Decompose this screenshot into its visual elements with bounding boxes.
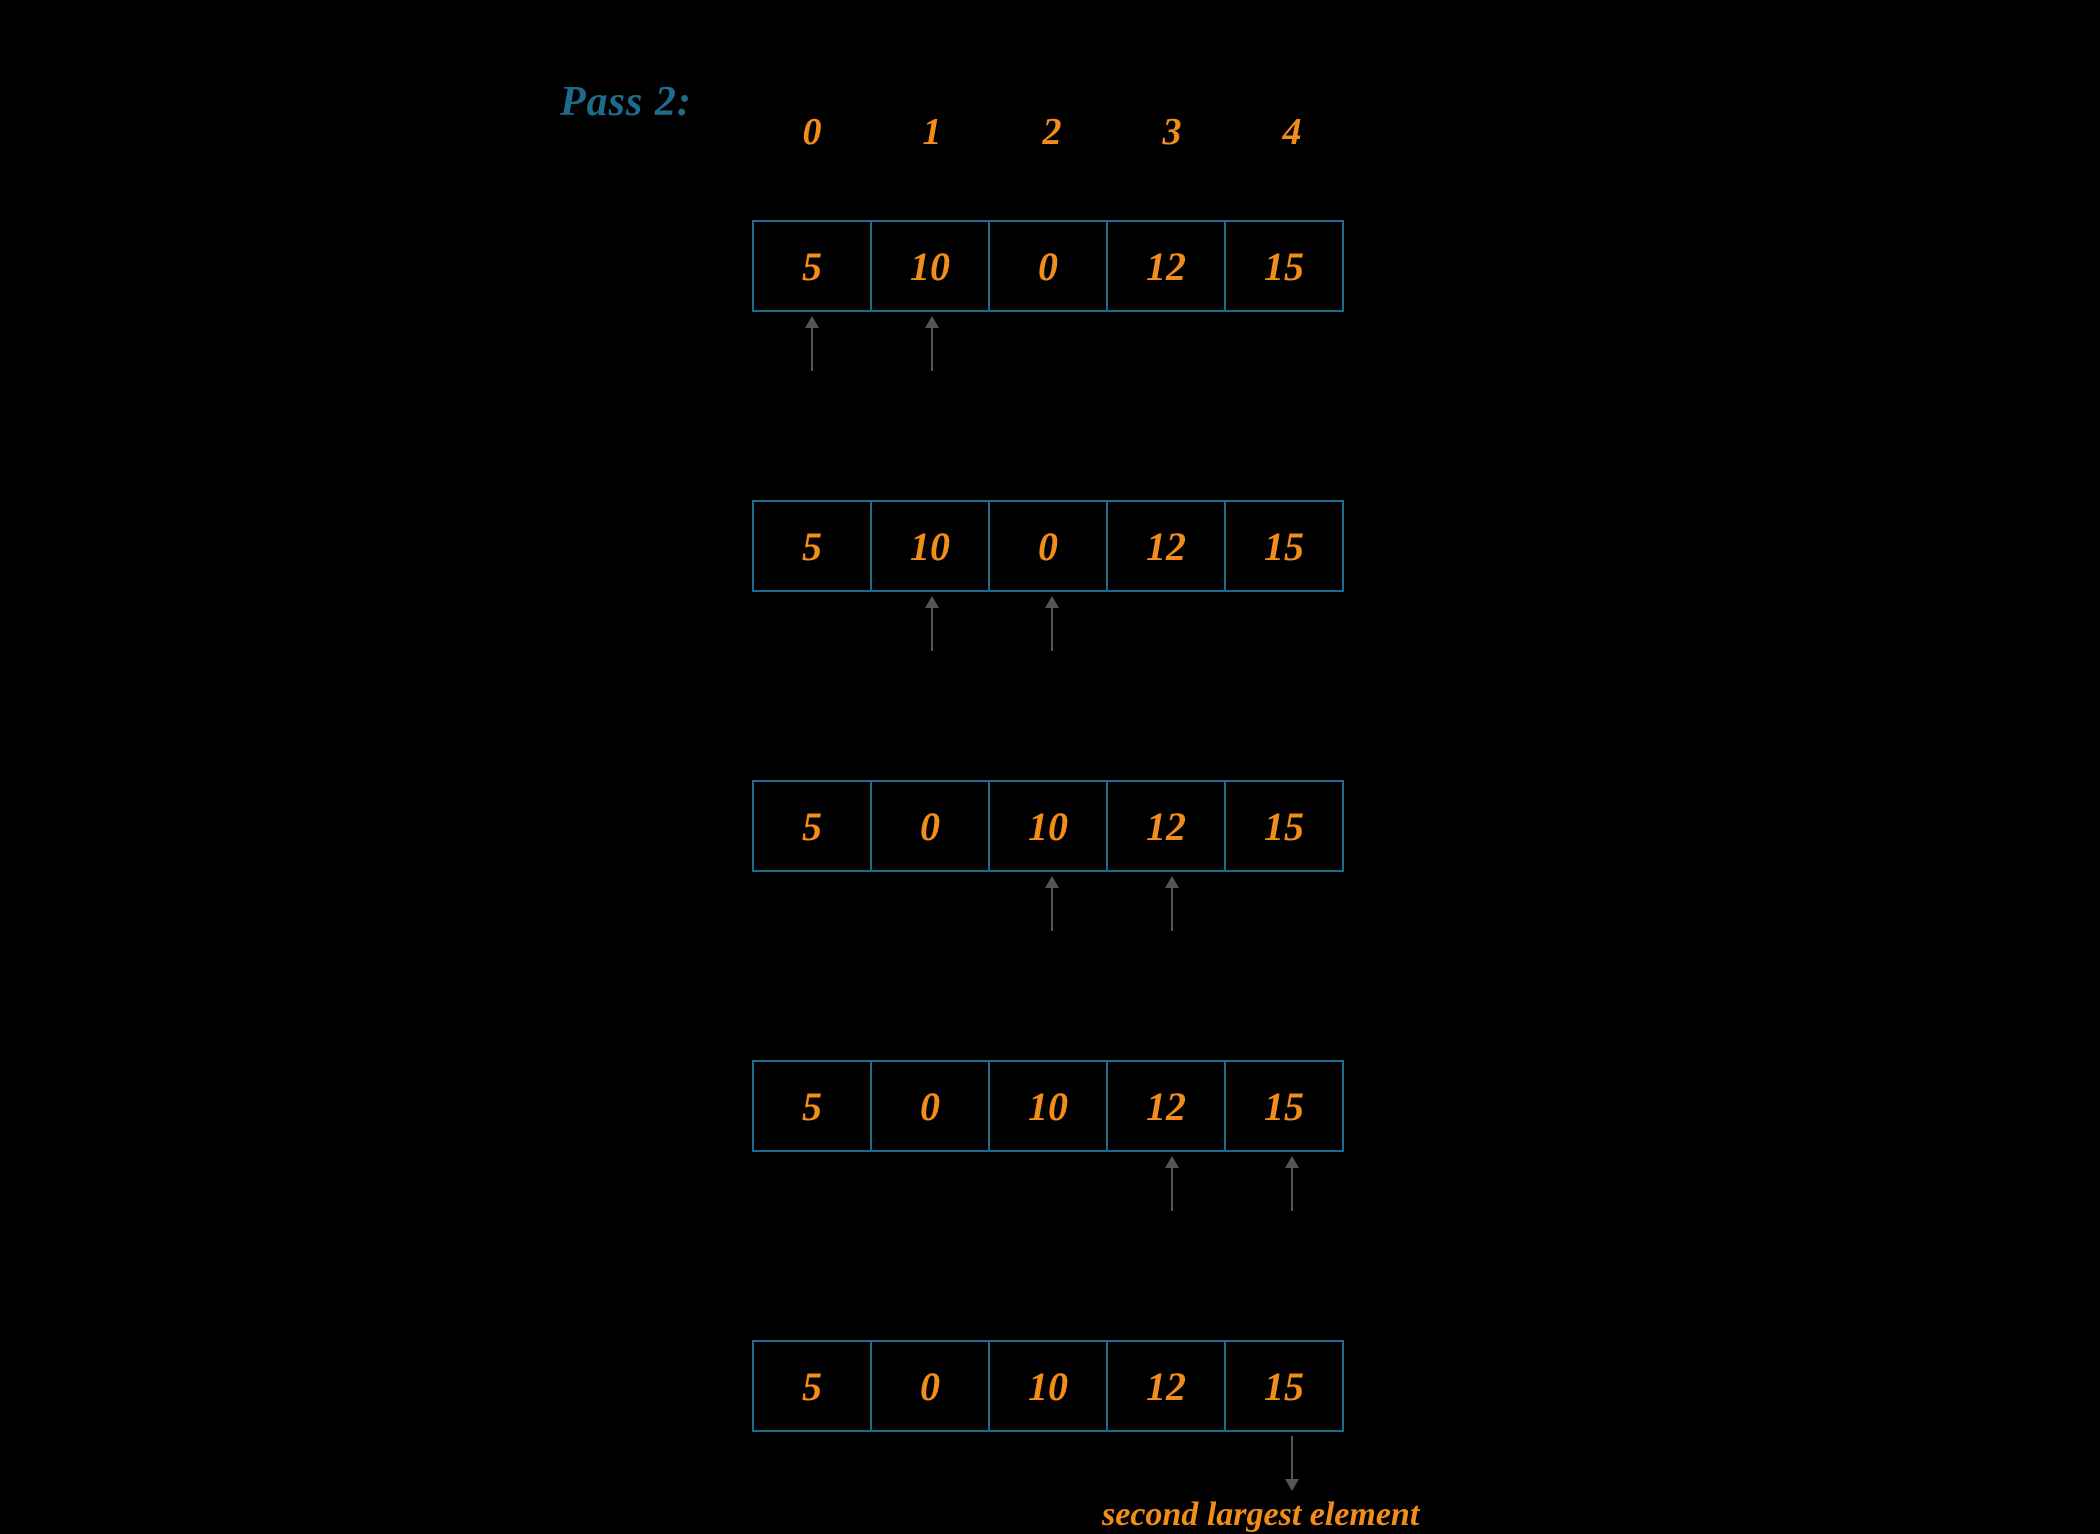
array-cell: 0 [988,500,1108,592]
array-cell: 0 [870,780,990,872]
array-cell: 0 [988,220,1108,312]
array-cell: 15 [1224,220,1344,312]
array-cell: 15 [1224,1340,1344,1432]
array-cell: 0 [870,1060,990,1152]
array-cell: 10 [988,1340,1108,1432]
array-cell: 15 [1224,780,1344,872]
array-row: 51001215 [752,500,1344,592]
pointer-arrow-up [802,316,822,371]
array-cell: 5 [752,780,872,872]
pointer-arrow-up [922,316,942,371]
array-cell: 12 [1106,780,1226,872]
array-cell: 15 [1224,1060,1344,1152]
index-row: 0 1 2 3 4 [752,110,1352,154]
pointer-arrow-down [1282,1436,1302,1491]
array-cell: 0 [870,1340,990,1432]
array-cell: 15 [1224,500,1344,592]
array-cell: 10 [870,500,990,592]
pass-title: Pass 2: [560,78,692,126]
array-row: 50101215 [752,780,1344,872]
array-row: 50101215 [752,1060,1344,1152]
index-label: 1 [872,110,992,154]
array-cell: 10 [870,220,990,312]
pointer-arrow-up [922,596,942,651]
pointer-arrow-up [1282,1156,1302,1211]
array-cell: 5 [752,1340,872,1432]
index-label: 3 [1112,110,1232,154]
index-label: 2 [992,110,1112,154]
pointer-arrow-up [1042,876,1062,931]
array-cell: 12 [1106,1340,1226,1432]
index-label: 4 [1232,110,1352,154]
index-label: 0 [752,110,872,154]
array-cell: 5 [752,1060,872,1152]
pointer-arrow-up [1162,1156,1182,1211]
array-cell: 5 [752,500,872,592]
annotation-label: second largest element [1102,1496,1419,1534]
array-cell: 10 [988,780,1108,872]
array-cell: 12 [1106,500,1226,592]
array-cell: 12 [1106,1060,1226,1152]
pointer-arrow-up [1162,876,1182,931]
array-cell: 5 [752,220,872,312]
array-row: 50101215 [752,1340,1344,1432]
array-cell: 10 [988,1060,1108,1152]
pointer-arrow-up [1042,596,1062,651]
diagram-stage: Pass 2: 0 1 2 3 4 5100121551001215501012… [0,0,2100,1500]
array-row: 51001215 [752,220,1344,312]
array-cell: 12 [1106,220,1226,312]
